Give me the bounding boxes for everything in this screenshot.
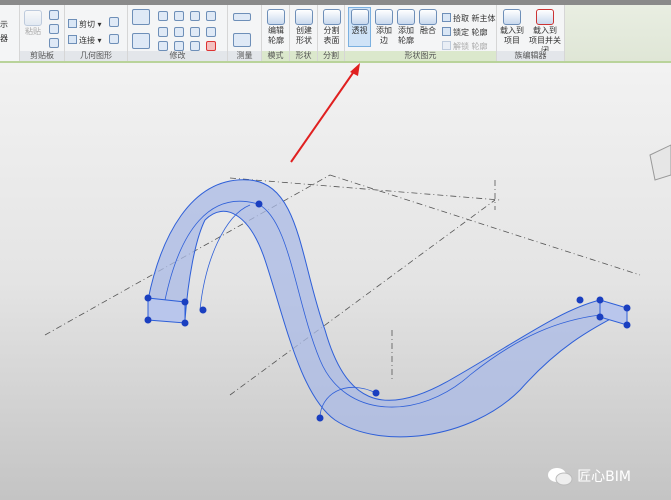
- trim-multiple-icon[interactable]: [190, 41, 200, 51]
- split-icon[interactable]: [206, 11, 216, 21]
- panel-clipboard: 粘贴 剪贴板: [20, 5, 65, 61]
- add-profile-icon: [397, 9, 415, 25]
- offset-icon[interactable]: [158, 11, 168, 21]
- divide-surface-button[interactable]: 分割 表面: [319, 8, 344, 46]
- align-icon[interactable]: [132, 9, 150, 25]
- panel-form-element: 透视 添加边 添加 轮廓 融合 拾取 新主体 锁定 轮廓 解锁 轮廓 形状图元: [345, 5, 497, 61]
- scale-icon[interactable]: [206, 27, 216, 37]
- pick-new-host-button[interactable]: 拾取 新主体: [442, 13, 496, 24]
- paste-button[interactable]: 粘贴: [22, 9, 44, 37]
- measure-panel-label: 测量: [228, 51, 261, 61]
- load-and-close-button[interactable]: 载入到项目并关闭: [526, 8, 564, 56]
- paste-icon: [24, 10, 42, 26]
- join-icon: [68, 35, 77, 44]
- edit-profile-icon: [267, 9, 285, 25]
- trim-single-icon[interactable]: [174, 41, 184, 51]
- watermark: 匠心BIM: [547, 466, 631, 486]
- add-edge-button[interactable]: 添加边: [373, 8, 395, 46]
- swept-form[interactable]: [147, 179, 629, 438]
- rotate-icon[interactable]: [174, 27, 184, 37]
- watermark-text: 匠心BIM: [577, 469, 631, 485]
- panel-family-editor: 载入到项目 载入到项目并关闭 族编辑器: [497, 5, 565, 61]
- load-close-icon: [536, 9, 554, 25]
- unlock-icon: [442, 41, 451, 50]
- copy-element-icon[interactable]: [158, 27, 168, 37]
- ribbon-empty-area: [565, 5, 671, 61]
- panel-divide: 分割 表面 分割: [318, 5, 345, 61]
- panel-measure: 测量: [228, 5, 262, 61]
- trim-icon[interactable]: [158, 41, 168, 51]
- create-form-button[interactable]: 创建 形状: [291, 8, 317, 46]
- reference-planes: [44, 174, 641, 396]
- add-profile-button[interactable]: 添加 轮廓: [395, 8, 417, 46]
- join-button[interactable]: 连接 ▾: [68, 35, 102, 46]
- mode-panel-label: 模式: [262, 51, 289, 61]
- shape-panel-label: 形状: [290, 51, 317, 61]
- xray-icon: [350, 9, 369, 25]
- partial-label-2: 器: [0, 34, 8, 43]
- array-icon[interactable]: [190, 27, 200, 37]
- annotation-arrow: [290, 63, 360, 163]
- panel-partial: 示 器: [0, 5, 20, 61]
- cut-clip-icon[interactable]: [49, 10, 59, 20]
- create-form-icon: [295, 9, 313, 25]
- divide-surface-icon: [322, 9, 341, 25]
- panel-geometry: 剪切 ▾ 连接 ▾ 几何图形: [65, 5, 128, 61]
- partial-label-1: 示: [0, 20, 8, 29]
- panel-shape: 创建 形状 形状: [290, 5, 318, 61]
- cut-button[interactable]: 剪切 ▾: [68, 19, 102, 30]
- dissolve-icon: [419, 9, 437, 25]
- form-element-panel-label: 形状图元: [345, 51, 496, 61]
- dimension-icon[interactable]: [233, 33, 251, 47]
- dissolve-button[interactable]: 融合: [417, 8, 439, 36]
- ribbon: 示 器 粘贴 剪贴板 剪切 ▾ 连接 ▾ 几何图形 修改 测量 编辑 轮廓 模式 …: [0, 0, 671, 63]
- mirror-axis-icon[interactable]: [174, 11, 184, 21]
- lock-profile-button[interactable]: 锁定 轮廓: [442, 27, 488, 38]
- load-into-project-button[interactable]: 载入到 项目: [499, 8, 525, 46]
- pick-host-icon: [442, 13, 451, 22]
- mirror-draw-icon[interactable]: [190, 11, 200, 21]
- copy-icon[interactable]: [49, 24, 59, 34]
- add-edge-icon: [375, 9, 393, 25]
- 3d-view-canvas[interactable]: 匠心BIM: [0, 63, 671, 500]
- modify-panel-label: 修改: [128, 51, 227, 61]
- measure-icon[interactable]: [233, 13, 251, 21]
- family-editor-panel-label: 族编辑器: [497, 51, 564, 61]
- wechat-icon: [548, 468, 573, 486]
- wall-joins-icon[interactable]: [109, 34, 119, 44]
- xray-button[interactable]: 透视: [348, 7, 371, 47]
- view-cube[interactable]: [649, 144, 671, 181]
- control-points[interactable]: [144, 200, 631, 422]
- load-project-icon: [503, 9, 521, 25]
- edit-profile-button[interactable]: 编辑 轮廓: [263, 8, 289, 46]
- match-properties-icon[interactable]: [49, 38, 59, 48]
- move-icon[interactable]: [132, 33, 150, 49]
- clipboard-panel-label: 剪贴板: [20, 51, 64, 61]
- cut-geometry-icon: [68, 19, 77, 28]
- delete-icon[interactable]: [206, 41, 216, 51]
- divide-panel-label: 分割: [318, 51, 344, 61]
- split-face-icon[interactable]: [109, 17, 119, 27]
- panel-modify: 修改: [128, 5, 228, 61]
- lock-icon: [442, 27, 451, 36]
- geometry-panel-label: 几何图形: [65, 51, 127, 61]
- panel-mode: 编辑 轮廓 模式: [262, 5, 290, 61]
